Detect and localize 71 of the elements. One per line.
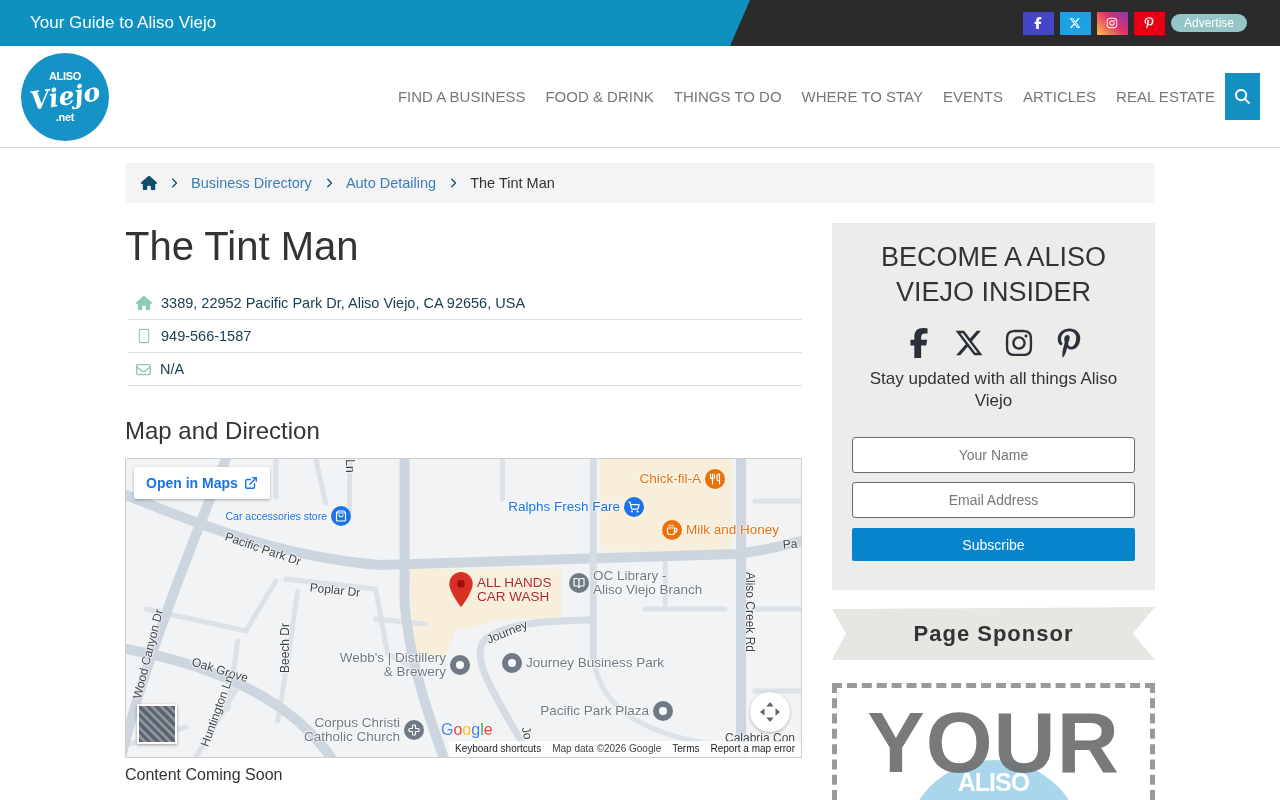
pin-label: ALL HANDS CAR WASH bbox=[477, 576, 552, 604]
nav-link[interactable]: WHERE TO STAY bbox=[801, 88, 923, 105]
home-icon[interactable] bbox=[141, 175, 157, 191]
place-label[interactable]: OC Library - Aliso Viejo Branch bbox=[593, 569, 703, 597]
subscribe-button[interactable]: Subscribe bbox=[852, 528, 1135, 561]
search-icon bbox=[1235, 89, 1250, 104]
instagram-button[interactable] bbox=[1096, 11, 1128, 35]
x-icon bbox=[1069, 17, 1082, 29]
attribution-link[interactable]: Terms bbox=[672, 742, 700, 756]
instagram-icon[interactable] bbox=[1003, 328, 1034, 358]
street-label: Poplar Dr bbox=[309, 580, 361, 600]
home-icon bbox=[136, 295, 152, 311]
nav-link[interactable]: FOOD & DRINK bbox=[545, 88, 654, 105]
street-map-drawing[interactable] bbox=[126, 459, 801, 757]
page-name-text: The Tint Man bbox=[470, 175, 555, 191]
place-label[interactable]: Milk and Honey bbox=[686, 523, 780, 537]
attribution-link[interactable]: Keyboard shortcuts bbox=[455, 742, 542, 756]
google-logo: Google bbox=[441, 721, 493, 739]
street-label: Ln bbox=[343, 459, 357, 473]
breadcrumb-link[interactable]: Business Directory bbox=[191, 175, 312, 191]
pinterest-button[interactable] bbox=[1133, 11, 1165, 35]
nav-link[interactable]: EVENTS bbox=[942, 88, 1003, 105]
contact-text: 949-566-1587 bbox=[161, 328, 252, 344]
nav-link[interactable]: ARTICLES bbox=[1023, 88, 1097, 105]
search-button[interactable] bbox=[1225, 73, 1260, 120]
place-label[interactable]: Webb's | Distillery & Brewery bbox=[339, 651, 446, 679]
breadcrumb-link[interactable]: Auto Detailing bbox=[345, 175, 437, 191]
email-field[interactable]: Email Address bbox=[852, 482, 1135, 518]
street-label: Pa bbox=[782, 536, 798, 552]
business-title: The Tint Man bbox=[125, 225, 360, 267]
attribution-text: Map data ©2026 Google bbox=[552, 742, 662, 756]
section-heading: Map and Direction bbox=[125, 416, 321, 446]
map-pin-icon bbox=[449, 572, 473, 607]
envelope-icon bbox=[136, 361, 151, 377]
newsletter-text: Stay updated with all things Aliso Viejo bbox=[868, 368, 1119, 412]
expand-arrows-icon bbox=[759, 701, 781, 723]
place-label[interactable]: Corpus Christi Catholic Church bbox=[303, 716, 400, 744]
place-label[interactable]: Pacific Park Plaza bbox=[540, 704, 649, 718]
nav-link[interactable]: THINGS TO DO bbox=[673, 88, 782, 105]
x-icon[interactable] bbox=[953, 328, 984, 358]
street-label: Pacific Park Dr bbox=[223, 529, 303, 569]
contact-text: 3389, 22952 Pacific Park Dr, Aliso Viejo, CA 92656, USA bbox=[161, 295, 526, 311]
ribbon-title: Page Sponsor bbox=[913, 620, 1074, 647]
street-label: Wood Canyon Dr bbox=[130, 607, 166, 701]
nav-link[interactable]: FIND A BUSINESS bbox=[397, 88, 526, 105]
x-button[interactable] bbox=[1059, 11, 1091, 35]
place-label[interactable]: Ralphs Fresh Fare bbox=[508, 500, 620, 514]
tagline-text: Your Guide to Aliso Viejo bbox=[30, 13, 217, 33]
chevron-right-icon bbox=[448, 178, 459, 188]
street-label: Jo bbox=[518, 725, 536, 741]
pinterest-icon bbox=[1143, 17, 1156, 29]
place-label[interactable]: Journey Business Park bbox=[526, 656, 665, 670]
place-label[interactable]: Car accessories store bbox=[225, 509, 327, 523]
attribution-link[interactable]: Report a map error bbox=[710, 742, 795, 756]
name-field[interactable]: Your Name bbox=[852, 437, 1135, 473]
newsletter-title: BECOME A ALISO VIEJO INSIDER bbox=[879, 241, 1108, 309]
phone-icon bbox=[136, 328, 152, 344]
street-label: Aliso Creek Rd bbox=[743, 572, 757, 652]
street-label: Calabria Con bbox=[725, 731, 795, 745]
satellite-view-button[interactable] bbox=[137, 704, 177, 744]
nav-link[interactable]: REAL ESTATE bbox=[1116, 88, 1215, 105]
content-note: Content Coming Soon bbox=[125, 766, 284, 784]
open-in-maps-button[interactable]: Open in Maps bbox=[134, 467, 270, 499]
facebook-button[interactable] bbox=[1022, 11, 1054, 35]
chevron-right-icon bbox=[169, 178, 179, 188]
instagram-icon bbox=[1106, 17, 1119, 29]
site-logo[interactable]: ALISO Viejo .net bbox=[21, 52, 109, 141]
street-label: Beech Dr bbox=[278, 623, 292, 673]
contact-text: N/A bbox=[160, 361, 185, 377]
external-link-icon bbox=[243, 476, 258, 490]
place-label[interactable]: Chick-fil-A bbox=[639, 472, 701, 486]
